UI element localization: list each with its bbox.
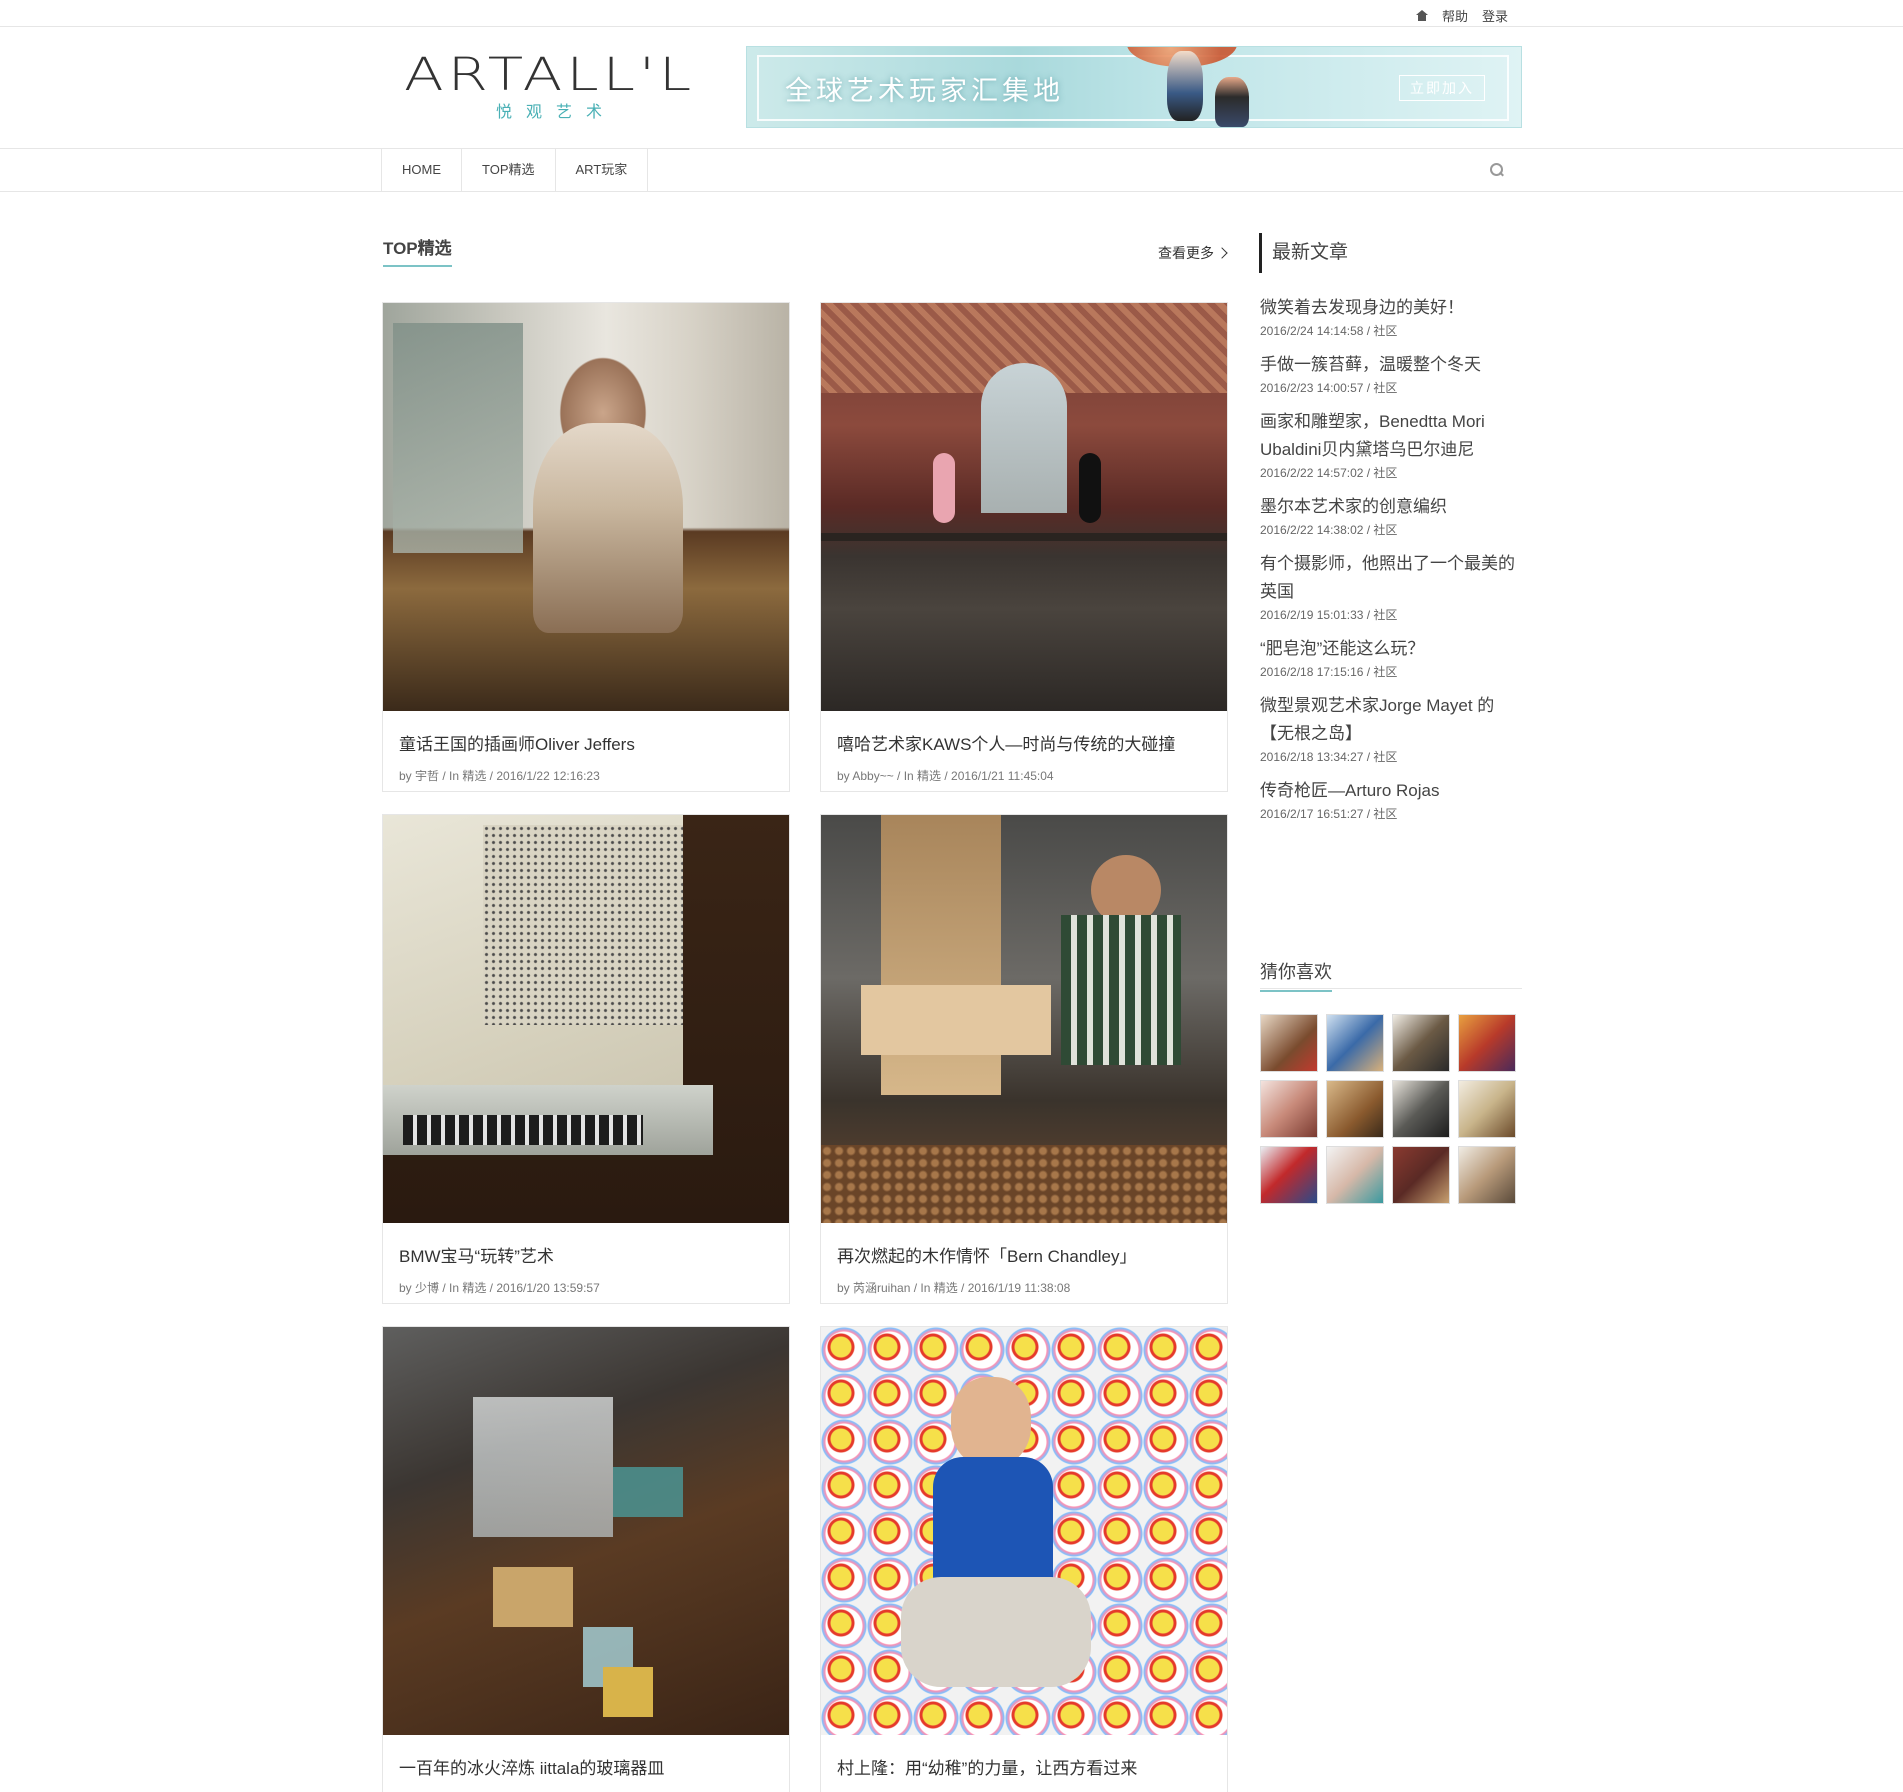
search-icon[interactable] xyxy=(1490,163,1504,177)
logo-subtitle: 悦观艺术 xyxy=(496,104,617,121)
logo-wordmark: ARTALL'L xyxy=(404,48,696,102)
recommended-thumbnail[interactable] xyxy=(1458,1146,1516,1204)
nav-item-home[interactable]: HOME xyxy=(381,149,461,192)
latest-article-date: 2016/2/18 17:15:16 / 社区 xyxy=(1260,665,1398,679)
recommended-thumbnail[interactable] xyxy=(1458,1080,1516,1138)
banner-join-button[interactable]: 立即加入 xyxy=(1399,75,1485,101)
article-image[interactable] xyxy=(821,815,1227,1223)
article-title[interactable]: 童话王国的插画师Oliver Jeffers xyxy=(399,730,635,755)
section-title: TOP精选 xyxy=(383,234,452,267)
latest-articles-list: 微笑着去发现身边的美好！ 2016/2/24 14:14:58 / 社区 手做一… xyxy=(1260,294,1522,834)
recommended-thumbnail[interactable] xyxy=(1326,1080,1384,1138)
list-item[interactable]: 有个摄影师，他照出了一个最美的英国 2016/2/19 15:01:33 / 社… xyxy=(1260,550,1522,623)
latest-article-title[interactable]: 墨尔本艺术家的创意编织 xyxy=(1260,493,1522,521)
article-meta: by Abby~~ / In 精选 / 2016/1/21 11:45:04 xyxy=(837,769,1054,783)
banner-slogan: 全球艺术玩家汇集地 xyxy=(785,76,1064,106)
article-title[interactable]: 再次燃起的木作情怀「Bern Chandley」 xyxy=(837,1242,1136,1267)
article-meta: by 芮涵ruihan / In 精选 / 2016/1/19 11:38:08 xyxy=(837,1281,1071,1295)
latest-article-title[interactable]: 有个摄影师，他照出了一个最美的英国 xyxy=(1260,550,1522,606)
article-card[interactable]: 童话王国的插画师Oliver Jeffers by 宇哲 / In 精选 / 2… xyxy=(382,302,790,792)
recommended-thumbnail[interactable] xyxy=(1260,1080,1318,1138)
list-item[interactable]: 手做一簇苔藓，温暖整个冬天 2016/2/23 14:00:57 / 社区 xyxy=(1260,351,1522,396)
latest-article-date: 2016/2/19 15:01:33 / 社区 xyxy=(1260,608,1398,622)
nav-item-art-players[interactable]: ART玩家 xyxy=(554,149,649,192)
top-bar: 帮助 登录 xyxy=(0,0,1903,27)
home-icon[interactable] xyxy=(1415,10,1428,21)
latest-article-title[interactable]: 微笑着去发现身边的美好！ xyxy=(1260,294,1522,322)
article-card[interactable]: 村上隆：用“幼稚”的力量，让西方看过来 xyxy=(820,1326,1228,1792)
article-meta: by 少博 / In 精选 / 2016/1/20 13:59:57 xyxy=(399,1281,600,1295)
latest-article-title[interactable]: 手做一簇苔藓，温暖整个冬天 xyxy=(1260,351,1522,379)
article-image[interactable] xyxy=(383,1327,789,1735)
recommended-thumbnail[interactable] xyxy=(1458,1014,1516,1072)
latest-article-date: 2016/2/24 14:14:58 / 社区 xyxy=(1260,324,1398,338)
recommended-thumbnail[interactable] xyxy=(1392,1080,1450,1138)
banner-person-graphic xyxy=(1215,77,1249,127)
latest-articles-heading: 最新文章 xyxy=(1259,233,1348,273)
top-links: 帮助 登录 xyxy=(1415,6,1508,25)
article-meta: by 宇哲 / In 精选 / 2016/1/22 12:16:23 xyxy=(399,769,600,783)
latest-article-title[interactable]: 微型景观艺术家Jorge Mayet 的【无根之岛】 xyxy=(1260,692,1522,748)
list-item[interactable]: 传奇枪匠—Arturo Rojas 2016/2/17 16:51:27 / 社… xyxy=(1260,777,1522,822)
chevron-right-icon xyxy=(1216,247,1228,259)
list-item[interactable]: 微型景观艺术家Jorge Mayet 的【无根之岛】 2016/2/18 13:… xyxy=(1260,692,1522,765)
latest-article-date: 2016/2/22 14:38:02 / 社区 xyxy=(1260,523,1398,537)
article-card[interactable]: 再次燃起的木作情怀「Bern Chandley」 by 芮涵ruihan / I… xyxy=(820,814,1228,1304)
list-item[interactable]: 微笑着去发现身边的美好！ 2016/2/24 14:14:58 / 社区 xyxy=(1260,294,1522,339)
recommended-thumbnail[interactable] xyxy=(1392,1014,1450,1072)
article-card[interactable]: BMW宝马“玩转”艺术 by 少博 / In 精选 / 2016/1/20 13… xyxy=(382,814,790,1304)
latest-article-date: 2016/2/17 16:51:27 / 社区 xyxy=(1260,807,1398,821)
article-title[interactable]: 嘻哈艺术家KAWS个人—时尚与传统的大碰撞 xyxy=(837,730,1175,755)
latest-article-title[interactable]: “肥皂泡”还能这么玩？ xyxy=(1260,635,1522,663)
view-more-label: 查看更多 xyxy=(1158,245,1214,261)
divider xyxy=(1260,988,1522,989)
recommended-thumbnail[interactable] xyxy=(1260,1146,1318,1204)
article-card[interactable]: 一百年的冰火淬炼 iittala的玻璃器皿 xyxy=(382,1326,790,1792)
recommended-thumbnail[interactable] xyxy=(1326,1014,1384,1072)
latest-article-date: 2016/2/18 13:34:27 / 社区 xyxy=(1260,750,1398,764)
banner-person-graphic xyxy=(1167,51,1203,121)
header-banner-ad[interactable]: 全球艺术玩家汇集地 立即加入 xyxy=(746,46,1522,128)
list-item[interactable]: “肥皂泡”还能这么玩？ 2016/2/18 17:15:16 / 社区 xyxy=(1260,635,1522,680)
latest-article-date: 2016/2/23 14:00:57 / 社区 xyxy=(1260,381,1398,395)
article-image[interactable] xyxy=(821,1327,1227,1735)
login-link[interactable]: 登录 xyxy=(1482,6,1508,25)
nav-item-top[interactable]: TOP精选 xyxy=(461,149,555,192)
article-image[interactable] xyxy=(383,815,789,1223)
site-logo[interactable]: ARTALL'L 悦观艺术 xyxy=(404,48,696,122)
list-item[interactable]: 墨尔本艺术家的创意编织 2016/2/22 14:38:02 / 社区 xyxy=(1260,493,1522,538)
article-title[interactable]: 一百年的冰火淬炼 iittala的玻璃器皿 xyxy=(399,1754,664,1779)
help-link[interactable]: 帮助 xyxy=(1442,6,1468,25)
latest-article-title[interactable]: 传奇枪匠—Arturo Rojas xyxy=(1260,777,1522,805)
article-card[interactable]: 嘻哈艺术家KAWS个人—时尚与传统的大碰撞 by Abby~~ / In 精选 … xyxy=(820,302,1228,792)
article-title[interactable]: 村上隆：用“幼稚”的力量，让西方看过来 xyxy=(837,1754,1137,1779)
list-item[interactable]: 画家和雕塑家，Benedtta Mori Ubaldini贝内黛塔乌巴尔迪尼 2… xyxy=(1260,408,1522,481)
latest-article-date: 2016/2/22 14:57:02 / 社区 xyxy=(1260,466,1398,480)
article-image[interactable] xyxy=(383,303,789,711)
recommended-thumbnails xyxy=(1260,1014,1516,1204)
recommended-thumbnail[interactable] xyxy=(1392,1146,1450,1204)
article-title[interactable]: BMW宝马“玩转”艺术 xyxy=(399,1242,554,1267)
recommended-thumbnail[interactable] xyxy=(1260,1014,1318,1072)
article-image[interactable] xyxy=(821,303,1227,711)
main-nav: HOME TOP精选 ART玩家 xyxy=(0,148,1903,192)
view-more-link[interactable]: 查看更多 xyxy=(1158,243,1228,263)
latest-article-title[interactable]: 画家和雕塑家，Benedtta Mori Ubaldini贝内黛塔乌巴尔迪尼 xyxy=(1260,408,1522,464)
recommended-heading: 猜你喜欢 xyxy=(1260,958,1332,992)
recommended-thumbnail[interactable] xyxy=(1326,1146,1384,1204)
